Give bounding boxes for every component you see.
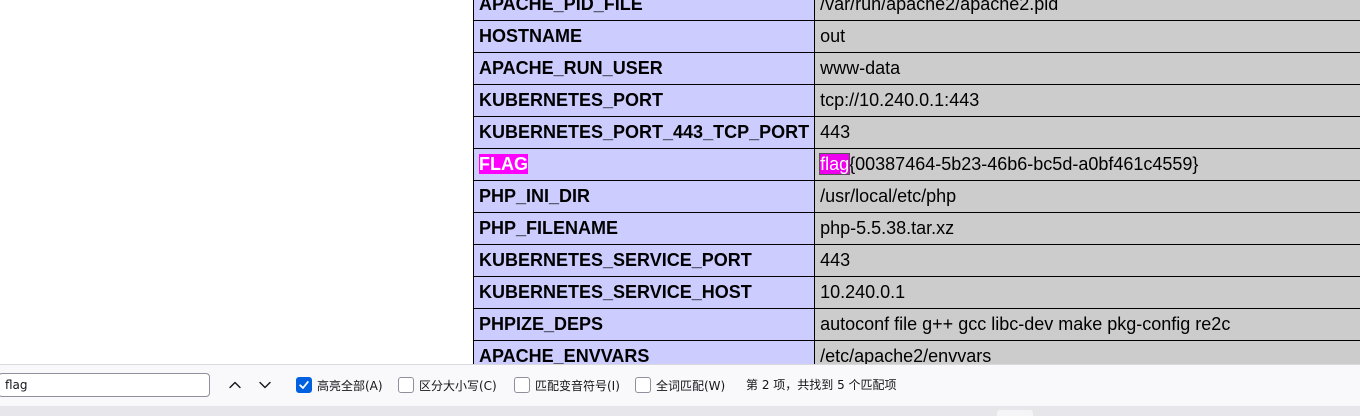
table-row: APACHE_ENVVARS /etc/apache2/envvars (472, 340, 1360, 364)
table-row: HOSTNAME out (472, 20, 1360, 53)
env-key: APACHE_RUN_USER (472, 52, 816, 85)
match-diacritics-checkbox[interactable] (514, 377, 530, 393)
env-key: APACHE_PID_FILE (472, 0, 816, 21)
find-bar: 高亮全部(A) 区分大小写(C) 匹配变音符号(I) 全词匹配(W) 第 2 项… (0, 364, 1360, 407)
env-value: out (814, 20, 1360, 53)
env-value: autoconf file g++ gcc libc-dev make pkg-… (814, 308, 1360, 341)
env-key: PHP_FILENAME (472, 212, 816, 245)
search-match-highlight: FLAG (479, 154, 528, 174)
whole-words-option[interactable]: 全词匹配(W) (635, 375, 725, 395)
env-value: /usr/local/etc/php (814, 180, 1360, 213)
match-case-label: 区分大小写(C) (419, 378, 497, 393)
env-value: /var/run/apache2/apache2.pid (814, 0, 1360, 21)
table-row: PHP_INI_DIR /usr/local/etc/php (472, 180, 1360, 213)
env-value: php-5.5.38.tar.xz (814, 212, 1360, 245)
chevron-down-icon (259, 381, 271, 389)
env-value: 443 (814, 244, 1360, 277)
table-row: KUBERNETES_PORT_443_TCP_PORT 443 (472, 116, 1360, 149)
env-key: KUBERNETES_SERVICE_PORT (472, 244, 816, 277)
table-row: PHPIZE_DEPS autoconf file g++ gcc libc-d… (472, 308, 1360, 341)
env-key: KUBERNETES_PORT_443_TCP_PORT (472, 116, 816, 149)
find-input[interactable] (0, 373, 210, 397)
table-row: APACHE_PID_FILE /var/run/apache2/apache2… (472, 0, 1360, 21)
whole-words-checkbox[interactable] (635, 377, 651, 393)
chevron-up-icon (229, 381, 241, 389)
env-value: tcp://10.240.0.1:443 (814, 84, 1360, 117)
checkmark-icon (299, 381, 309, 389)
match-case-checkbox[interactable] (398, 377, 414, 393)
env-value: /etc/apache2/envvars (814, 340, 1360, 364)
highlight-all-option[interactable]: 高亮全部(A) (296, 375, 383, 395)
window-bottom-strip (0, 406, 1360, 416)
table-row-flag: FLAG flag{00387464-5b23-46b6-bc5d-a0bf46… (472, 148, 1360, 181)
highlight-all-checkbox[interactable] (296, 377, 312, 393)
env-key: HOSTNAME (472, 20, 816, 53)
find-previous-button[interactable] (223, 374, 247, 396)
env-value: 10.240.0.1 (814, 276, 1360, 309)
env-value: flag{00387464-5b23-46b6-bc5d-a0bf461c455… (814, 148, 1360, 181)
find-next-button[interactable] (253, 374, 277, 396)
bottom-strip-tab (997, 410, 1033, 416)
env-value: www-data (814, 52, 1360, 85)
env-value: 443 (814, 116, 1360, 149)
env-key: FLAG (472, 148, 816, 181)
page-viewport: APACHE_PID_FILE /var/run/apache2/apache2… (0, 0, 1360, 364)
find-status: 第 2 项，共找到 5 个匹配项 (746, 378, 897, 392)
env-key: KUBERNETES_PORT (472, 84, 816, 117)
flag-value-text: {00387464-5b23-46b6-bc5d-a0bf461c4559} (849, 154, 1199, 174)
match-diacritics-option[interactable]: 匹配变音符号(I) (514, 375, 620, 395)
current-search-match-highlight: flag (819, 153, 851, 175)
match-case-option[interactable]: 区分大小写(C) (398, 375, 497, 395)
env-key: APACHE_ENVVARS (472, 340, 816, 364)
table-row: KUBERNETES_PORT tcp://10.240.0.1:443 (472, 84, 1360, 117)
table-row: APACHE_RUN_USER www-data (472, 52, 1360, 85)
table-row: PHP_FILENAME php-5.5.38.tar.xz (472, 212, 1360, 245)
match-diacritics-label: 匹配变音符号(I) (535, 378, 620, 393)
env-key: KUBERNETES_SERVICE_HOST (472, 276, 816, 309)
whole-words-label: 全词匹配(W) (656, 378, 726, 393)
env-key: PHP_INI_DIR (472, 180, 816, 213)
highlight-all-label: 高亮全部(A) (317, 378, 383, 393)
table-row: KUBERNETES_SERVICE_PORT 443 (472, 244, 1360, 277)
env-key: PHPIZE_DEPS (472, 308, 816, 341)
table-row: KUBERNETES_SERVICE_HOST 10.240.0.1 (472, 276, 1360, 309)
environment-table: APACHE_PID_FILE /var/run/apache2/apache2… (472, 0, 1360, 364)
